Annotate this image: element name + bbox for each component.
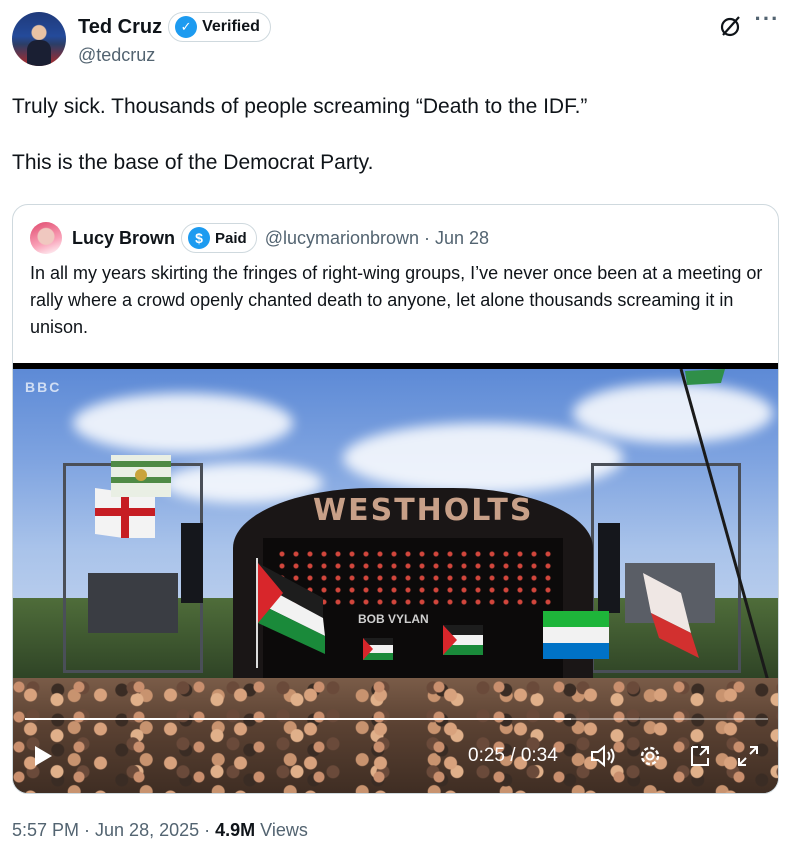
play-icon[interactable] — [29, 741, 57, 771]
volume-icon[interactable] — [588, 741, 618, 771]
video-cloud — [73, 393, 293, 453]
paid-label: Paid — [215, 229, 247, 247]
video-time: 0:25 / 0:34 — [468, 745, 558, 766]
band-name-screen: BOB VYLAN — [358, 612, 429, 626]
quote-handle-date: @lucymarionbrown · Jun 28 — [264, 227, 490, 248]
more-icon[interactable]: ··· — [754, 8, 780, 36]
tweet-text: Truly sick. Thousands of people screamin… — [12, 95, 588, 174]
tweet-timestamp[interactable]: 5:57 PM · Jun 28, 2025 · — [12, 820, 215, 840]
pole-flag — [679, 369, 775, 699]
author-handle[interactable]: @tedcruz — [78, 45, 155, 66]
grok-icon[interactable] — [719, 14, 743, 38]
quote-author-avatar — [30, 222, 62, 254]
paid-badge[interactable]: $ Paid — [181, 223, 257, 253]
broadcaster-watermark: BBC — [25, 379, 62, 395]
left-speaker — [181, 523, 203, 603]
tweet-footer: 5:57 PM · Jun 28, 2025 · 4.9M Views — [12, 820, 308, 841]
quote-text: In all my years skirting the fringes of … — [30, 263, 763, 337]
video-cloud — [343, 423, 623, 493]
video-player[interactable]: BBC WESTHOLTS BOB VYLAN 0:25 / 0:34 — [13, 363, 778, 793]
palestinian-flag — [256, 558, 325, 668]
quote-header: Lucy Brown $ Paid @lucymarionbrown · Jun… — [30, 222, 490, 254]
gear-icon[interactable] — [635, 741, 665, 771]
video-progress-fill — [25, 718, 572, 720]
author-name-row: Ted Cruz ✓ Verified — [78, 12, 271, 42]
tweet-header: Ted Cruz ✓ Verified @tedcruz ··· — [12, 8, 781, 72]
check-badge-icon: ✓ — [175, 16, 198, 38]
small-palestinian-flag — [363, 638, 393, 660]
dollar-badge-icon: $ — [188, 227, 211, 249]
picture-in-picture-icon[interactable] — [685, 741, 715, 771]
verified-badge[interactable]: ✓ Verified — [168, 12, 271, 42]
small-palestinian-flag — [443, 625, 483, 655]
video-progress-bar[interactable] — [25, 718, 768, 720]
views-count: 4.9M — [215, 820, 256, 840]
fullscreen-icon[interactable] — [733, 741, 763, 771]
views-label: Views — [255, 820, 308, 840]
author-avatar[interactable] — [12, 12, 66, 66]
stage-sign: WESTHOLTS — [313, 493, 534, 528]
sierra-leone-flag — [543, 611, 609, 659]
verified-label: Verified — [202, 18, 260, 35]
author-display-name[interactable]: Ted Cruz — [78, 16, 162, 39]
right-speaker — [598, 523, 620, 613]
quoted-tweet[interactable]: Lucy Brown $ Paid @lucymarionbrown · Jun… — [12, 204, 779, 794]
video-controls: 0:25 / 0:34 — [13, 733, 778, 783]
left-screen — [88, 573, 178, 633]
green-white-flag — [111, 455, 171, 497]
quote-author-name: Lucy Brown — [72, 227, 176, 248]
